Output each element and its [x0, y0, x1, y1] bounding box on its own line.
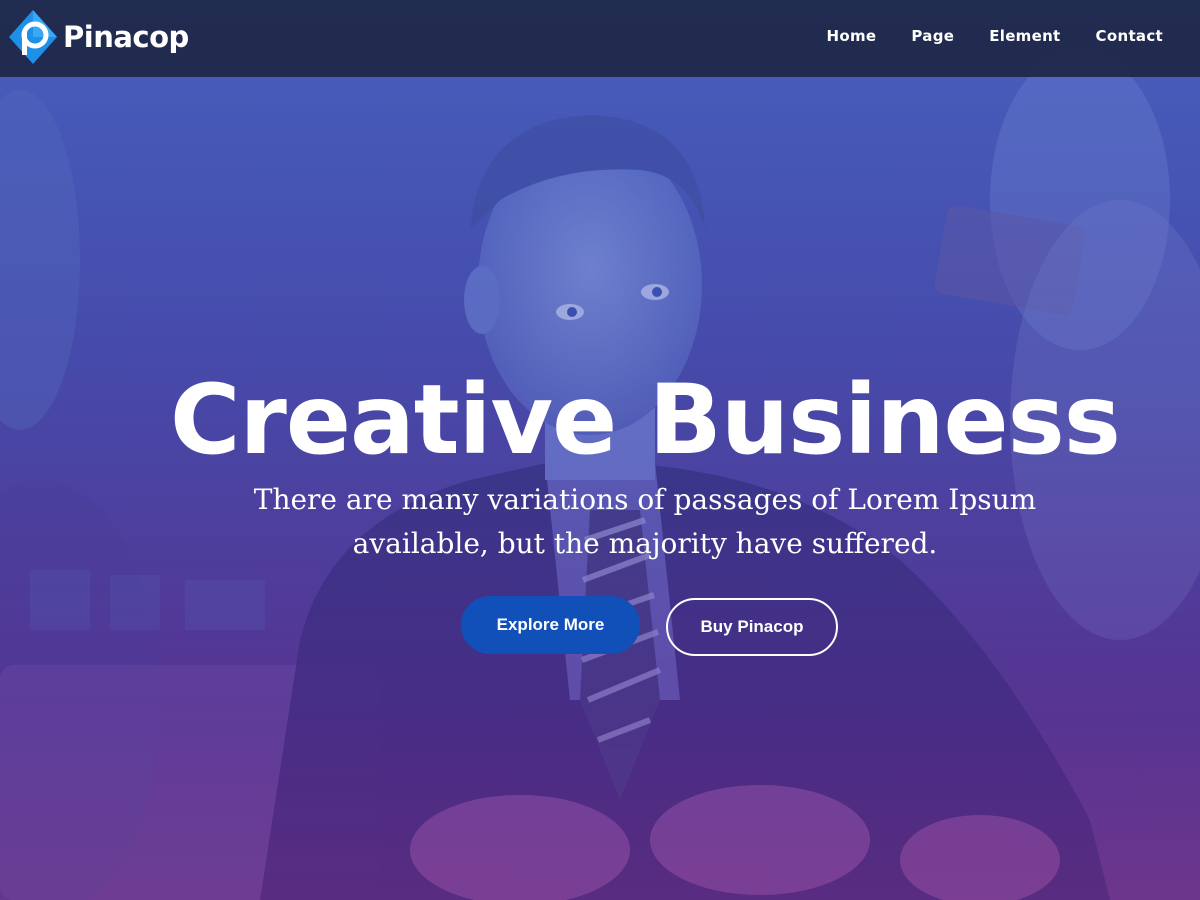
- hero-subtitle: There are many variations of passages of…: [0, 478, 1200, 566]
- main-nav: Home Page Element Contact: [792, 22, 1163, 50]
- brand[interactable]: Pinacop: [8, 9, 189, 65]
- top-navigation-bar: Pinacop Home Page Element Contact: [0, 0, 1200, 77]
- nav-home[interactable]: Home: [827, 22, 877, 50]
- hero-subtitle-line-2: available, but the majority have suffere…: [352, 527, 938, 560]
- hero-subtitle-line-1: There are many variations of passages of…: [253, 483, 1037, 516]
- nav-contact[interactable]: Contact: [1096, 22, 1163, 50]
- buy-pinacop-button[interactable]: Buy Pinacop: [666, 598, 838, 656]
- nav-page[interactable]: Page: [911, 22, 954, 50]
- brand-name: Pinacop: [63, 20, 189, 54]
- diamond-p-logo-icon: [8, 9, 58, 65]
- hero-title: Creative Business: [170, 364, 1121, 476]
- explore-more-button[interactable]: Explore More: [461, 596, 640, 654]
- nav-element[interactable]: Element: [989, 22, 1060, 50]
